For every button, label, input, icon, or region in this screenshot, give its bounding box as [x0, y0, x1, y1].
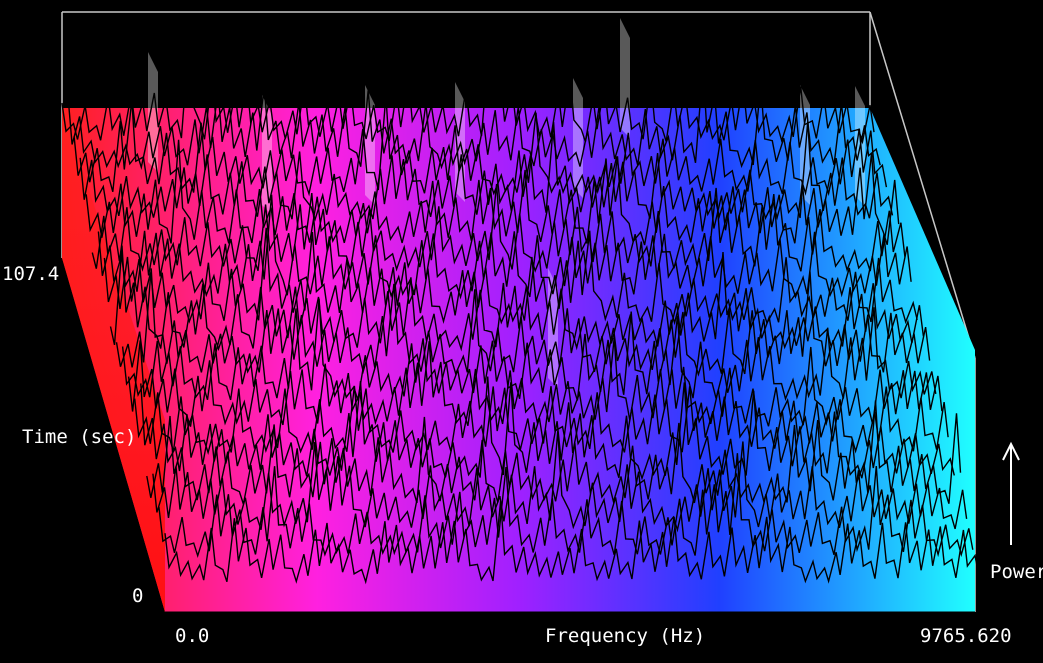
power-axis-label: Power — [990, 561, 1043, 583]
spectral-peak — [620, 18, 630, 138]
time-axis-label: Time (sec) — [22, 426, 136, 448]
frequency-tick-min: 0.0 — [175, 625, 209, 647]
power-axis-arrow-icon — [1002, 441, 1020, 545]
time-tick-max: 107.4 — [2, 263, 59, 285]
frequency-axis-label: Frequency (Hz) — [545, 625, 705, 647]
spectral-peak — [573, 78, 583, 198]
frequency-tick-max: 9765.620 — [920, 625, 1012, 647]
waterfall-spectrum-chart: 107.4 Time (sec) 0 0.0 Frequency (Hz) 97… — [2, 11, 1043, 647]
time-tick-min: 0 — [132, 585, 143, 607]
